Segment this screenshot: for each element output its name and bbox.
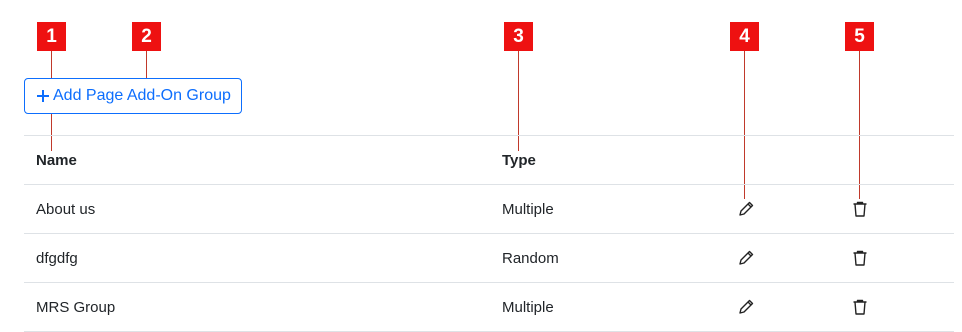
pencil-icon (737, 200, 755, 218)
row-name: dfgdfg (36, 249, 78, 267)
callout-badge-4: 4 (730, 22, 759, 51)
pencil-icon (737, 249, 755, 267)
table-header-row: Name Type (24, 135, 954, 184)
column-header-name: Name (36, 151, 77, 169)
callout-badge-3: 3 (504, 22, 533, 51)
table-row: About us Multiple (24, 184, 954, 233)
edit-button[interactable] (736, 283, 756, 331)
row-name: MRS Group (36, 298, 116, 316)
callout-badge-2: 2 (132, 22, 161, 51)
edit-button[interactable] (736, 185, 756, 233)
table-row: dfgdfg Random (24, 233, 954, 282)
table-row: MRS Group Multiple (24, 282, 954, 332)
delete-button[interactable] (850, 185, 870, 233)
column-header-type: Type (502, 151, 536, 169)
add-button-label: Add Page Add-On Group (53, 87, 231, 104)
trash-icon (851, 298, 869, 316)
delete-button[interactable] (850, 234, 870, 282)
callout-badge-1: 1 (37, 22, 66, 51)
pencil-icon (737, 298, 755, 316)
callout-badge-5: 5 (845, 22, 874, 51)
delete-button[interactable] (850, 283, 870, 331)
row-name: About us (36, 200, 96, 218)
page: 1 2 3 4 5 Add Page Add-On Group Name Typ… (0, 0, 962, 332)
row-type: Multiple (502, 200, 554, 218)
edit-button[interactable] (736, 234, 756, 282)
trash-icon (851, 249, 869, 267)
trash-icon (851, 200, 869, 218)
row-type: Multiple (502, 298, 554, 316)
addon-groups-table: Name Type About us Multiple dfgdfg Rando… (24, 135, 954, 332)
plus-icon (35, 88, 51, 104)
add-page-addon-group-button[interactable]: Add Page Add-On Group (24, 78, 242, 114)
row-type: Random (502, 249, 559, 267)
